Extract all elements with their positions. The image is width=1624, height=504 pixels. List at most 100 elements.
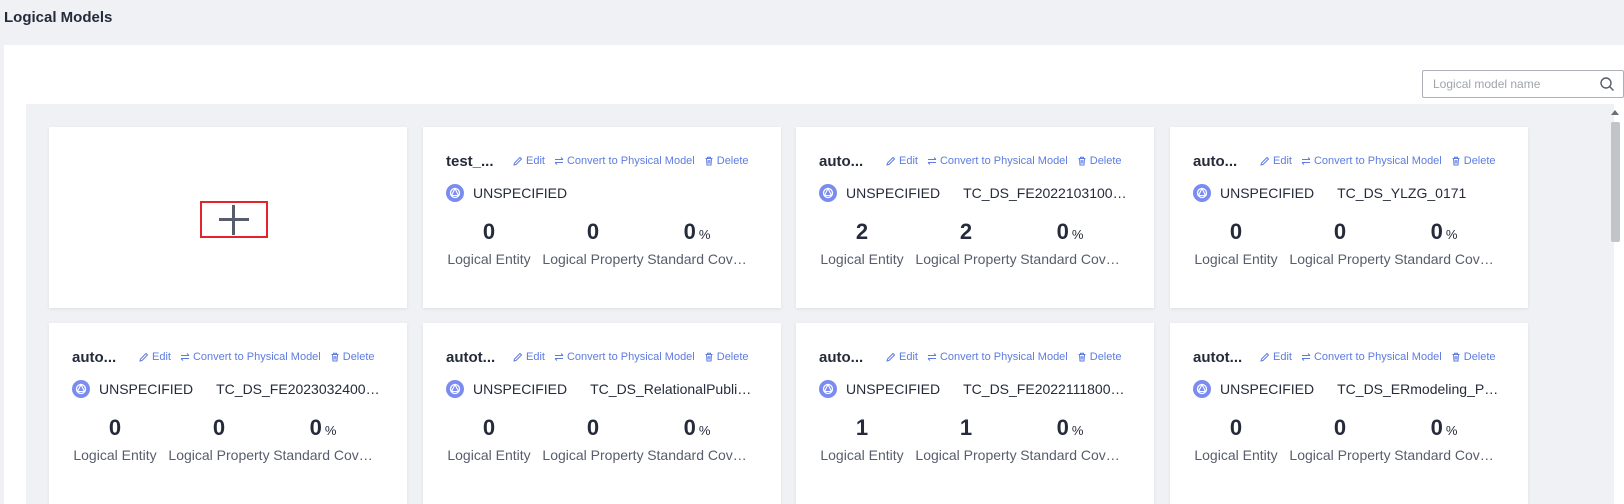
convert-to-physical-button[interactable]: Convert to Physical Model [554, 155, 695, 167]
convert-to-physical-button[interactable]: Convert to Physical Model [554, 351, 695, 363]
model-name[interactable]: auto... [72, 349, 130, 366]
coverage-label: Standard Cov… [1020, 447, 1120, 463]
datasource-name: TC_DS_FE20221031003... [963, 185, 1128, 201]
convert-icon [180, 353, 190, 361]
edit-button[interactable]: Edit [886, 351, 918, 363]
datasource-name: TC_DS_YLZG_0171 [1337, 185, 1467, 201]
model-name[interactable]: auto... [819, 153, 877, 170]
coverage-value: 0 [309, 415, 322, 440]
search-input[interactable]: Logical model name [1422, 70, 1624, 98]
coverage-stat: 0% Standard Cov… [271, 415, 375, 463]
percent-unit: % [698, 423, 711, 438]
model-status: UNSPECIFIED [473, 185, 568, 201]
model-name[interactable]: autot... [446, 349, 504, 366]
convert-icon [927, 157, 937, 165]
edit-button[interactable]: Edit [513, 351, 545, 363]
edit-button[interactable]: Edit [886, 155, 918, 167]
datasource-name: TC_DS_FE20230324001... [216, 381, 381, 397]
entity-count: 2 [855, 219, 869, 244]
entity-stat: 2 Logical Entity [810, 219, 914, 267]
trash-icon [331, 352, 339, 362]
coverage-stat: 0% Standard Cov… [1392, 415, 1496, 463]
pencil-icon [1260, 156, 1270, 166]
pencil-icon [886, 156, 896, 166]
entity-stat: 0 Logical Entity [437, 415, 541, 463]
edit-button[interactable]: Edit [139, 351, 171, 363]
trash-icon [705, 156, 713, 166]
entity-label: Logical Entity [447, 251, 531, 267]
delete-button[interactable]: Delete [1077, 351, 1122, 363]
property-count: 0 [1333, 219, 1347, 244]
delete-button[interactable]: Delete [1451, 155, 1496, 167]
entity-count: 1 [855, 415, 869, 440]
delete-button[interactable]: Delete [1077, 155, 1122, 167]
convert-icon [554, 353, 564, 361]
convert-to-physical-button[interactable]: Convert to Physical Model [1301, 351, 1442, 363]
convert-to-physical-button[interactable]: Convert to Physical Model [1301, 155, 1442, 167]
model-name[interactable]: autot... [1193, 349, 1251, 366]
scroll-up-arrow-icon[interactable] [1611, 110, 1619, 115]
delete-button[interactable]: Delete [330, 351, 375, 363]
coverage-value: 0 [683, 415, 696, 440]
trash-icon [705, 352, 713, 362]
delete-button[interactable]: Delete [1451, 351, 1496, 363]
property-count: 0 [586, 219, 600, 244]
entity-stat: 1 Logical Entity [810, 415, 914, 463]
convert-icon [927, 353, 937, 361]
model-status: UNSPECIFIED [473, 381, 568, 397]
scroll-thumb[interactable] [1611, 122, 1620, 242]
coverage-value: 0 [1430, 219, 1443, 244]
convert-to-physical-button[interactable]: Convert to Physical Model [180, 351, 321, 363]
entity-stat: 0 Logical Entity [63, 415, 167, 463]
search-icon[interactable] [1599, 76, 1615, 92]
entity-count: 0 [482, 219, 496, 244]
datasource-icon [1193, 184, 1211, 202]
model-name[interactable]: auto... [819, 349, 877, 366]
datasource-icon [446, 184, 464, 202]
percent-unit: % [1071, 227, 1084, 242]
coverage-label: Standard Cov… [647, 447, 747, 463]
coverage-label: Standard Cov… [647, 251, 747, 267]
coverage-stat: 0% Standard Cov… [1018, 219, 1122, 267]
delete-button[interactable]: Delete [704, 155, 749, 167]
add-model-button[interactable] [200, 201, 268, 238]
edit-button[interactable]: Edit [1260, 155, 1292, 167]
search-placeholder: Logical model name [1433, 77, 1541, 91]
entity-label: Logical Entity [820, 251, 904, 267]
entity-count: 0 [1229, 415, 1243, 440]
property-label: Logical Property [168, 447, 270, 463]
datasource-icon [819, 184, 837, 202]
pencil-icon [886, 352, 896, 362]
scrollbar[interactable] [1610, 108, 1620, 504]
entity-stat: 0 Logical Entity [1184, 219, 1288, 267]
model-status: UNSPECIFIED [99, 381, 194, 397]
pencil-icon [1260, 352, 1270, 362]
model-name[interactable]: auto... [1193, 153, 1251, 170]
entity-label: Logical Entity [1194, 447, 1278, 463]
convert-to-physical-button[interactable]: Convert to Physical Model [927, 351, 1068, 363]
edit-button[interactable]: Edit [513, 155, 545, 167]
datasource-icon [72, 380, 90, 398]
edit-button[interactable]: Edit [1260, 351, 1292, 363]
property-label: Logical Property [542, 251, 644, 267]
convert-to-physical-button[interactable]: Convert to Physical Model [927, 155, 1068, 167]
coverage-stat: 0% Standard Cov… [645, 415, 749, 463]
percent-unit: % [324, 423, 337, 438]
entity-label: Logical Entity [447, 447, 531, 463]
property-count: 0 [212, 415, 226, 440]
property-label: Logical Property [542, 447, 644, 463]
model-card: autot... Edit Convert to Physical Model … [1170, 323, 1528, 504]
entity-label: Logical Entity [1194, 251, 1278, 267]
datasource-name: TC_DS_ERmodeling_Phy... [1337, 381, 1502, 397]
delete-button[interactable]: Delete [704, 351, 749, 363]
property-count: 0 [1333, 415, 1347, 440]
model-status: UNSPECIFIED [1220, 381, 1315, 397]
coverage-stat: 0% Standard Cov… [1392, 219, 1496, 267]
property-count: 2 [959, 219, 973, 244]
coverage-label: Standard Cov… [1020, 251, 1120, 267]
property-label: Logical Property [915, 447, 1017, 463]
property-stat: 2 Logical Property [914, 219, 1018, 267]
property-stat: 0 Logical Property [167, 415, 271, 463]
property-label: Logical Property [915, 251, 1017, 267]
model-name[interactable]: test_... [446, 153, 504, 170]
